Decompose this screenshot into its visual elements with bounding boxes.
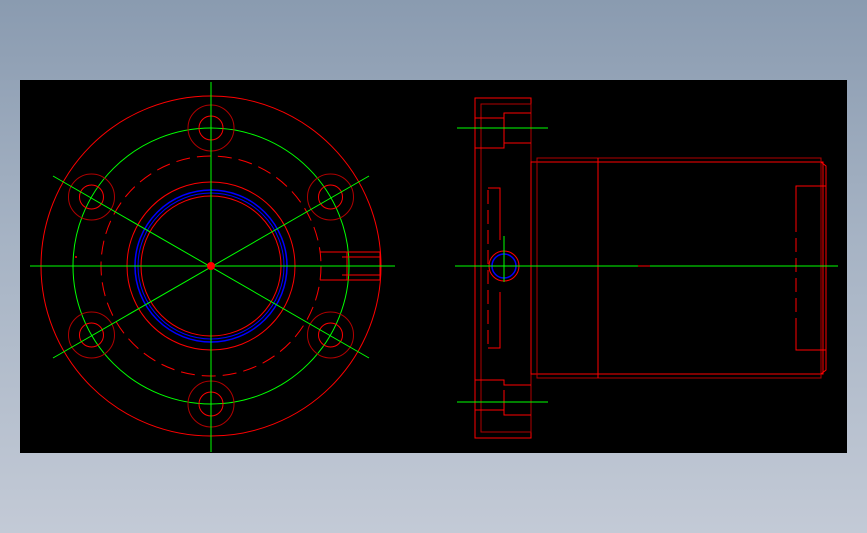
drawing-canvas[interactable] <box>20 80 847 453</box>
front-view <box>30 82 395 452</box>
nut-body <box>530 157 827 379</box>
center-mark <box>207 262 215 270</box>
cad-drawing <box>30 82 838 452</box>
side-centerlines <box>455 127 838 403</box>
side-view <box>455 97 838 439</box>
flange-outline <box>474 97 532 439</box>
